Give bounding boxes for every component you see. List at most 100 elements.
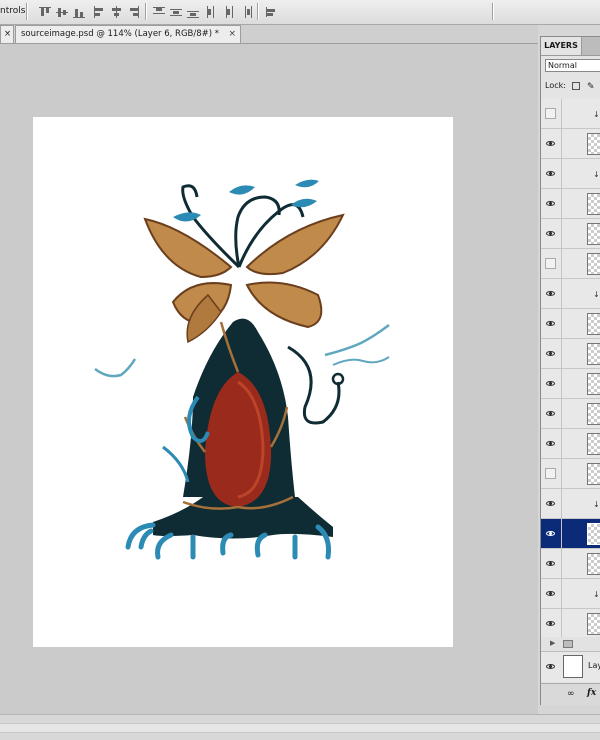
toolbar-separator xyxy=(492,3,494,20)
close-icon[interactable]: × xyxy=(228,26,236,43)
layer-row[interactable] xyxy=(541,459,600,489)
layer-thumbnail xyxy=(587,133,600,155)
layer-thumbnail xyxy=(587,523,600,545)
toolbar-separator xyxy=(257,3,259,20)
distribute-horizontal-group xyxy=(205,3,253,20)
clip-arrow-icon: ↓ xyxy=(593,290,600,299)
eye-icon[interactable] xyxy=(545,618,556,629)
layer-row[interactable]: ↓ xyxy=(541,99,600,129)
distribute-bottom-icon[interactable] xyxy=(186,5,200,19)
layer-row[interactable] xyxy=(541,129,600,159)
distribute-left-icon[interactable] xyxy=(205,5,219,19)
layer-row-selected[interactable] xyxy=(541,519,600,549)
align-top-edges-icon[interactable] xyxy=(38,5,52,19)
status-bar xyxy=(0,714,600,740)
toolbar-separator xyxy=(26,3,28,20)
document-tab[interactable]: sourceimage.psd @ 114% (Layer 6, RGB/8#)… xyxy=(15,25,241,43)
blend-mode-select[interactable]: Normal xyxy=(545,59,600,72)
wisp-right-2 xyxy=(332,356,390,366)
layer-thumbnail xyxy=(587,463,600,485)
eye-icon[interactable] xyxy=(545,498,556,509)
distribute-middle-icon[interactable] xyxy=(222,5,236,19)
clip-arrow-icon: ↓ xyxy=(593,500,600,509)
layer-thumbnail xyxy=(587,553,600,575)
layer-thumbnail xyxy=(587,193,600,215)
visibility-toggle[interactable] xyxy=(545,108,556,119)
previous-tab[interactable]: × xyxy=(0,25,14,43)
align-bottom-edges-icon[interactable] xyxy=(72,5,86,19)
eye-icon[interactable] xyxy=(545,408,556,419)
layer-row[interactable]: ↓ xyxy=(541,579,600,609)
align-horizontal-group xyxy=(92,3,140,20)
tab-layers[interactable]: LAYERS xyxy=(541,37,582,55)
layer-row[interactable] xyxy=(541,429,600,459)
layer-row[interactable] xyxy=(541,249,600,279)
tool-options-label: ntrols xyxy=(0,6,26,16)
lock-brush-icon[interactable]: ✎ xyxy=(587,80,595,94)
fx-icon[interactable]: fx xyxy=(587,688,596,698)
eye-icon[interactable] xyxy=(545,198,556,209)
eye-icon[interactable] xyxy=(545,378,556,389)
layer-row[interactable]: ↓ xyxy=(541,279,600,309)
layer-row[interactable] xyxy=(541,369,600,399)
eye-icon[interactable] xyxy=(545,558,556,569)
wisp-left xyxy=(94,358,137,378)
layer-row[interactable] xyxy=(541,549,600,579)
visibility-toggle[interactable] xyxy=(545,258,556,269)
align-horizontal-centers-icon[interactable] xyxy=(109,5,123,19)
layer-row[interactable] xyxy=(541,219,600,249)
eye-icon[interactable] xyxy=(545,288,556,299)
leaves xyxy=(173,179,319,222)
distribute-group xyxy=(152,3,200,20)
auto-align-layers-icon[interactable] xyxy=(264,5,278,19)
eye-icon[interactable] xyxy=(545,528,556,539)
document-tab-title: sourceimage.psd @ 114% (Layer 6, RGB/8#)… xyxy=(21,29,220,39)
layer-row[interactable]: ↓ xyxy=(541,489,600,519)
eye-icon[interactable] xyxy=(545,348,556,359)
eye-icon[interactable] xyxy=(545,168,556,179)
auto-align-group xyxy=(264,3,278,20)
align-vertical-centers-icon[interactable] xyxy=(55,5,69,19)
layer-group-row[interactable]: ▶ xyxy=(541,637,600,651)
background-thumbnail xyxy=(563,655,583,678)
align-right-edges-icon[interactable] xyxy=(126,5,140,19)
background-layer-row[interactable]: Lay xyxy=(541,651,600,682)
eye-icon[interactable] xyxy=(545,138,556,149)
distribute-top-icon[interactable] xyxy=(152,5,166,19)
eye-icon[interactable] xyxy=(545,438,556,449)
document-canvas[interactable] xyxy=(33,117,453,647)
eye-icon[interactable] xyxy=(545,228,556,239)
background-layer-name: Lay xyxy=(588,661,600,670)
visibility-toggle[interactable] xyxy=(545,468,556,479)
align-left-edges-icon[interactable] xyxy=(92,5,106,19)
eye-icon[interactable] xyxy=(545,661,556,672)
status-strip xyxy=(0,723,600,733)
options-bar: ntrols xyxy=(0,0,600,25)
link-layers-icon[interactable]: ∞ xyxy=(567,689,575,699)
close-icon[interactable]: × xyxy=(4,29,11,39)
wisp-right xyxy=(324,323,390,357)
canvas-area[interactable] xyxy=(0,44,538,714)
layer-thumbnail xyxy=(587,313,600,335)
layer-thumbnail xyxy=(587,373,600,395)
layer-row[interactable]: ↓ xyxy=(541,159,600,189)
eye-icon[interactable] xyxy=(545,318,556,329)
eye-icon[interactable] xyxy=(545,588,556,599)
artwork-illustration xyxy=(94,179,390,560)
distribute-center-icon[interactable] xyxy=(169,5,183,19)
layer-thumbnail xyxy=(587,223,600,245)
distribute-right-icon[interactable] xyxy=(239,5,253,19)
layer-thumbnail xyxy=(587,403,600,425)
lock-pixels-icon[interactable] xyxy=(572,82,580,90)
lock-label: Lock: xyxy=(545,81,566,90)
layer-row[interactable] xyxy=(541,609,600,639)
layer-row[interactable] xyxy=(541,189,600,219)
layer-row[interactable] xyxy=(541,399,600,429)
layer-row[interactable] xyxy=(541,339,600,369)
expand-arrow-icon[interactable]: ▶ xyxy=(550,639,555,647)
layer-list[interactable]: ↓ ↓ ↓ ↓ ↓ xyxy=(541,99,600,689)
layer-row[interactable] xyxy=(541,309,600,339)
document-tab-strip: × sourceimage.psd @ 114% (Layer 6, RGB/8… xyxy=(0,25,538,44)
group-folder-icon xyxy=(563,640,573,648)
layer-thumbnail xyxy=(587,343,600,365)
